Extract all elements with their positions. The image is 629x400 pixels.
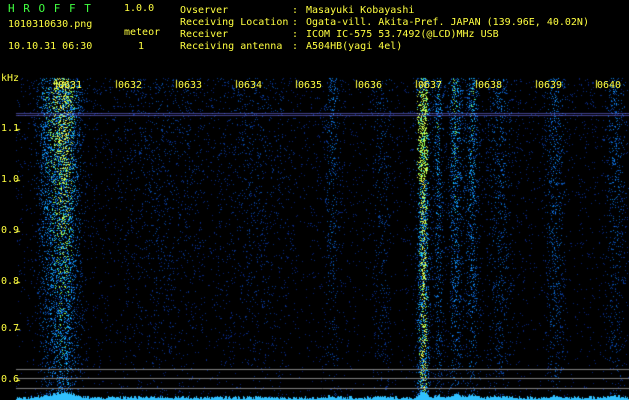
time-tick: 0636 <box>358 80 383 91</box>
time-tick: 0639 <box>538 80 563 91</box>
freq-tick: 0.8 <box>1 276 20 287</box>
info-label-receiver: Receiver <box>180 29 229 40</box>
info-sep: : <box>292 5 299 16</box>
info-label-antenna: Receiving antenna <box>180 41 283 52</box>
info-value-receiver: ICOM IC-575 53.7492(@LCD)MHz USB <box>306 29 499 40</box>
info-sep: : <box>292 41 299 52</box>
freq-unit-label: kHz <box>1 73 20 84</box>
info-label-location: Receiving Location <box>180 17 289 28</box>
spectrogram-canvas <box>0 0 629 400</box>
freq-tick: 1.1 <box>1 123 20 134</box>
info-label-observer: Ovserver <box>180 5 229 16</box>
info-value-antenna: A504HB(yagi 4el) <box>306 41 403 52</box>
time-tick: 0637 <box>418 80 443 91</box>
file-name: 1010310630.png <box>8 19 93 30</box>
time-tick: 0638 <box>478 80 503 91</box>
datetime: 10.10.31 06:30 <box>8 41 93 52</box>
time-tick: 0632 <box>118 80 143 91</box>
time-tick: 0635 <box>298 80 323 91</box>
meteor-count: 1 <box>138 41 145 52</box>
info-value-observer: Masayuki Kobayashi <box>306 5 415 16</box>
hrofft-window: H R O F F T 1.0.0 1010310630.png meteor … <box>0 0 629 400</box>
info-value-location: Ogata-vill. Akita-Pref. JAPAN (139.96E, … <box>306 17 589 28</box>
time-tick: 0633 <box>178 80 203 91</box>
freq-tick: 1.0 <box>1 174 20 185</box>
meteor-label: meteor <box>124 27 161 38</box>
time-tick: 0631 <box>58 80 83 91</box>
app-title: H R O F F T <box>8 2 92 15</box>
freq-tick: 0.7 <box>1 323 20 334</box>
info-sep: : <box>292 17 299 28</box>
freq-tick: 0.9 <box>1 225 20 236</box>
app-version: 1.0.0 <box>124 3 155 14</box>
freq-tick: 0.6 <box>1 374 20 385</box>
time-tick: 0634 <box>238 80 263 91</box>
time-tick: 0640 <box>597 80 622 91</box>
info-sep: : <box>292 29 299 40</box>
